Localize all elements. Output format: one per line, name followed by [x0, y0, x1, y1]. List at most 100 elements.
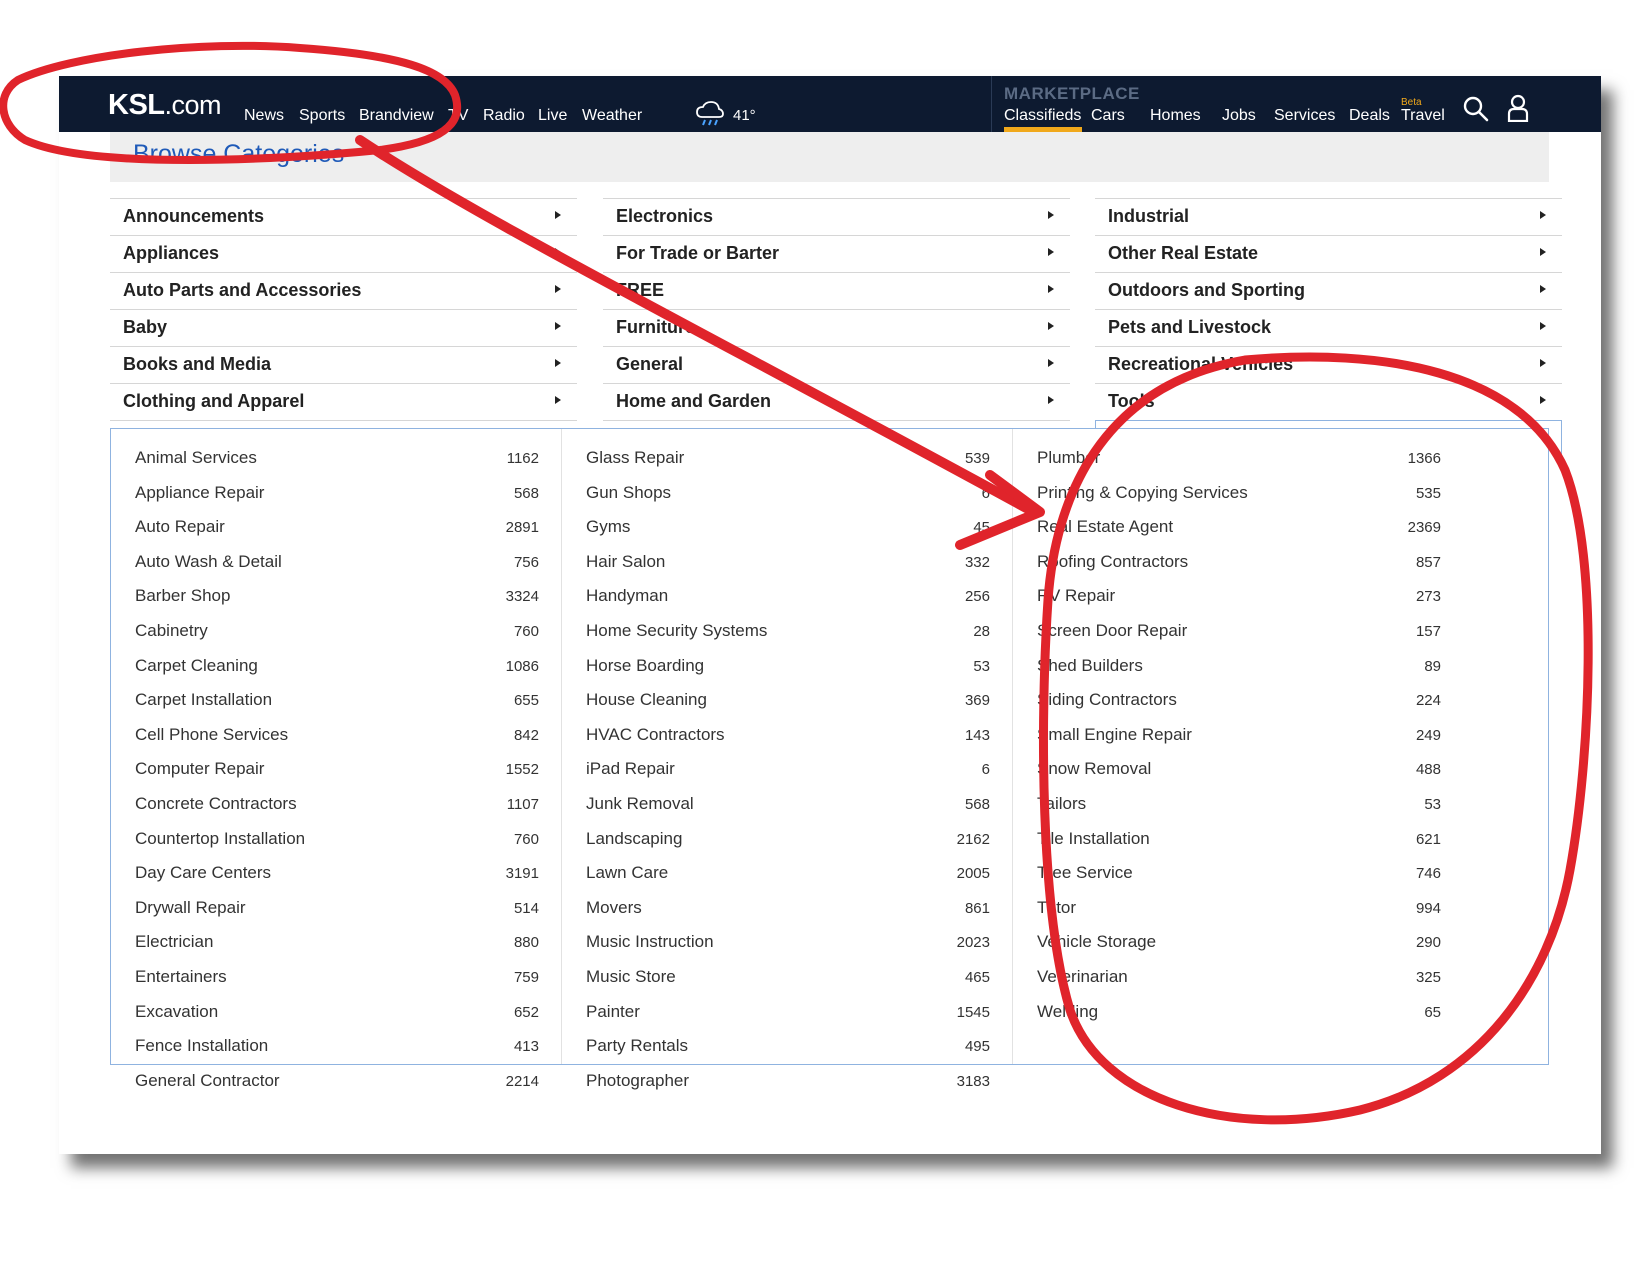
subcategory-item[interactable]: Concrete Contractors 1107	[111, 789, 551, 821]
nav-sports[interactable]: Sports	[299, 107, 345, 125]
subcategory-item[interactable]: Tutor 994	[1013, 893, 1453, 925]
subcategory-item[interactable]: Siding Contractors 224	[1013, 685, 1453, 717]
nav-live[interactable]: Live	[538, 107, 567, 125]
subcategory-count: 413	[513, 1038, 539, 1056]
category-row[interactable]: Outdoors and Sporting	[1095, 272, 1562, 306]
subcategory-item[interactable]: General Contractor 2214	[111, 1066, 551, 1098]
subcategory-item[interactable]: Handyman 256	[562, 581, 1002, 613]
subcategory-count: 28	[973, 623, 990, 640]
category-row[interactable]: Appliances	[110, 235, 577, 269]
subcategory-item[interactable]: Countertop Installation 760	[111, 824, 551, 856]
subcategory-item[interactable]: HVAC Contractors 143	[562, 720, 1002, 752]
subcategory-item[interactable]: Snow Removal 488	[1013, 754, 1453, 786]
search-icon[interactable]	[1463, 96, 1489, 122]
user-icon[interactable]	[1507, 94, 1529, 122]
subcategory-item[interactable]: House Cleaning 369	[562, 685, 1002, 717]
subcategory-column: Glass Repair 539 Gun Shops 6 Gyms 45 Hair Salo…	[562, 429, 1013, 1090]
nav-tv[interactable]: TV	[448, 107, 468, 125]
subcategory-item[interactable]: Tailors 53	[1013, 789, 1453, 821]
nav-classifieds[interactable]: Classifieds	[1004, 107, 1081, 125]
nav-services[interactable]: Services	[1274, 107, 1335, 125]
subcategory-item[interactable]: RV Repair 273	[1013, 581, 1453, 613]
subcategory-item[interactable]: Horse Boarding 53	[562, 651, 1002, 683]
category-row[interactable]: Books and Media	[110, 346, 577, 380]
subcategory-item[interactable]: Gyms 45	[562, 512, 1002, 544]
category-row[interactable]: FREE	[603, 272, 1070, 306]
subcategory-item[interactable]: Small Engine Repair 249	[1013, 720, 1453, 752]
subcategory-item[interactable]: Entertainers 759	[111, 962, 551, 994]
subcategory-item[interactable]: Real Estate Agent 2369	[1013, 512, 1453, 544]
subcategory-item[interactable]: Cabinetry 760	[111, 616, 551, 648]
category-row[interactable]: Other Real Estate	[1095, 235, 1562, 269]
subcategory-item[interactable]: Fence Installation 413	[111, 1031, 551, 1063]
subcategory-item[interactable]: Hair Salon 332	[562, 547, 1002, 579]
nav-deals[interactable]: Deals	[1349, 107, 1390, 125]
subcategory-item[interactable]: Day Care Centers 3191	[111, 858, 551, 890]
category-row[interactable]: Electronics	[603, 198, 1070, 232]
subcategory-count: 53	[1424, 796, 1441, 813]
category-row[interactable]: Industrial	[1095, 198, 1562, 232]
subcategory-item[interactable]: Music Store 465	[562, 962, 1002, 994]
subcategory-item[interactable]: Roofing Contractors 857	[1013, 547, 1453, 579]
weather-temperature[interactable]: 41°	[733, 107, 756, 124]
category-row[interactable]: Pets and Livestock	[1095, 309, 1562, 343]
category-row[interactable]: Tools	[1095, 383, 1562, 417]
category-row[interactable]: Clothing and Apparel	[110, 383, 577, 417]
nav-brandview[interactable]: Brandview	[359, 107, 434, 125]
nav-radio[interactable]: Radio	[483, 107, 525, 125]
subcategory-item[interactable]: Tree Service 746	[1013, 858, 1453, 890]
category-row[interactable]: Recreational Vehicles	[1095, 346, 1562, 380]
subcategory-name: Computer Repair	[135, 759, 265, 779]
subcategory-name: Barber Shop	[135, 586, 231, 606]
category-row[interactable]: Home and Garden	[603, 383, 1070, 417]
ksl-logo[interactable]: KSL.com	[108, 89, 222, 122]
weather-rain-icon[interactable]	[695, 100, 725, 128]
subcategory-item[interactable]: Screen Door Repair 157	[1013, 616, 1453, 648]
subcategory-item[interactable]: Barber Shop 3324	[111, 581, 551, 613]
subcategory-item[interactable]: Glass Repair 539	[562, 443, 1002, 475]
subcategory-item[interactable]: Animal Services 1162	[111, 443, 551, 475]
subcategory-item[interactable]: Drywall Repair 514	[111, 893, 551, 925]
nav-jobs[interactable]: Jobs	[1222, 107, 1256, 125]
subcategory-item[interactable]: Lawn Care 2005	[562, 858, 1002, 890]
subcategory-item[interactable]: Party Rentals 495	[562, 1031, 1002, 1063]
subcategory-item[interactable]: Plumber 1366	[1013, 443, 1453, 475]
category-row[interactable]: Announcements	[110, 198, 577, 232]
subcategory-item[interactable]: Movers 861	[562, 893, 1002, 925]
nav-homes[interactable]: Homes	[1150, 107, 1201, 125]
subcategory-item[interactable]: Excavation 652	[111, 997, 551, 1029]
category-row[interactable]: General	[603, 346, 1070, 380]
subcategory-name: Music Instruction	[586, 932, 714, 952]
subcategory-item[interactable]: Cell Phone Services 842	[111, 720, 551, 752]
subcategory-item[interactable]: Photographer 3183	[562, 1066, 1002, 1098]
subcategory-item[interactable]: Veterinarian 325	[1013, 962, 1453, 994]
subcategory-item[interactable]: Auto Repair 2891	[111, 512, 551, 544]
subcategory-item[interactable]: Gun Shops 6	[562, 478, 1002, 510]
category-row[interactable]: Furniture	[603, 309, 1070, 343]
subcategory-count: 568	[964, 796, 990, 813]
subcategory-item[interactable]: Home Security Systems 28	[562, 616, 1002, 648]
subcategory-item[interactable]: Computer Repair 1552	[111, 754, 551, 786]
category-row[interactable]: Baby	[110, 309, 577, 343]
subcategory-item[interactable]: Shed Builders 89	[1013, 651, 1453, 683]
subcategory-item[interactable]: Junk Removal 568	[562, 789, 1002, 821]
subcategory-item[interactable]: Appliance Repair 568	[111, 478, 551, 510]
subcategory-item[interactable]: Electrician 880	[111, 927, 551, 959]
nav-weather[interactable]: Weather	[582, 107, 642, 125]
subcategory-item[interactable]: Auto Wash & Detail 756	[111, 547, 551, 579]
nav-travel[interactable]: Travel	[1401, 107, 1445, 125]
subcategory-item[interactable]: Landscaping 2162	[562, 824, 1002, 856]
subcategory-item[interactable]: Painter 1545	[562, 997, 1002, 1029]
category-row[interactable]: Auto Parts and Accessories	[110, 272, 577, 306]
subcategory-item[interactable]: Welding 65	[1013, 997, 1453, 1029]
subcategory-item[interactable]: Tile Installation 621	[1013, 824, 1453, 856]
subcategory-item[interactable]: Carpet Cleaning 1086	[111, 651, 551, 683]
subcategory-item[interactable]: iPad Repair 6	[562, 754, 1002, 786]
category-row[interactable]: For Trade or Barter	[603, 235, 1070, 269]
subcategory-item[interactable]: Music Instruction 2023	[562, 927, 1002, 959]
nav-news[interactable]: News	[244, 107, 284, 125]
subcategory-item[interactable]: Printing & Copying Services 535	[1013, 478, 1453, 510]
nav-cars[interactable]: Cars	[1091, 107, 1125, 125]
subcategory-item[interactable]: Carpet Installation 655	[111, 685, 551, 717]
subcategory-item[interactable]: Vehicle Storage 290	[1013, 927, 1453, 959]
